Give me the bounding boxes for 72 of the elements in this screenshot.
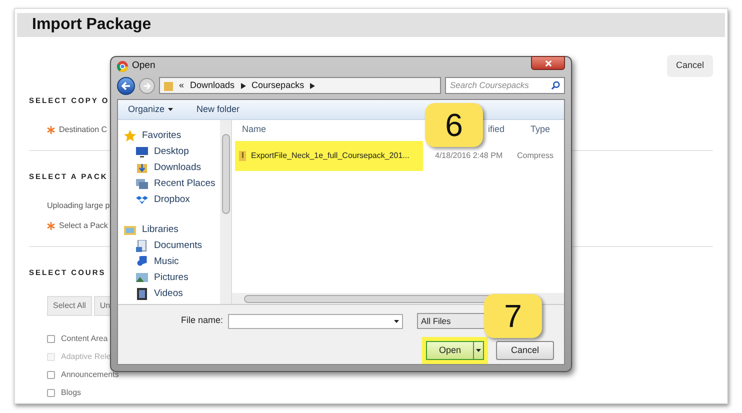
checkbox-label: Content Area [61,333,108,346]
folder-icon [164,80,173,91]
file-type: Compress [517,150,554,162]
libraries-icon [124,224,136,236]
music-icon [136,256,148,268]
breadcrumb-item[interactable]: Downloads [190,79,235,93]
column-header[interactable]: Type [530,123,550,137]
nav-item[interactable]: Downloads [118,160,220,176]
nav-item[interactable]: Pictures [118,270,220,286]
field-label: Destination C [59,124,108,136]
back-arrow-icon [121,80,131,91]
file-name: ExportFile_Neck_1e_full_Coursepack_201... [251,150,410,162]
address-bar[interactable]: « Downloads Coursepacks [159,77,441,94]
breadcrumb-item[interactable]: Coursepacks [252,79,304,93]
nav-item[interactable]: Favorites [118,128,220,144]
step-tooltip: 6 [425,103,483,147]
checkbox-label: Blogs [61,387,82,400]
browser-logo-icon [117,60,128,72]
pictures-icon [136,272,148,284]
checkbox[interactable] [47,335,55,344]
page-title: Import Package [32,15,152,35]
caret-icon [394,320,400,322]
file-name-label: File name: [181,314,224,328]
file-name-field[interactable] [228,314,404,328]
column-header[interactable]: Name [242,123,266,137]
checkbox[interactable] [47,371,55,380]
vertical-scrollbar[interactable] [220,120,231,304]
documents-icon [136,240,148,252]
chevron-icon [310,82,316,89]
asterisk-icon [47,126,55,134]
file-date: 4/18/2016 2:48 PM [435,150,504,162]
caret-icon [168,108,173,111]
back-button[interactable] [117,76,135,95]
checkbox-label: Announcements [61,369,119,382]
toolbar-button[interactable]: New folder [196,102,240,116]
nav-item[interactable]: Videos [118,286,220,302]
file-row[interactable]: ExportFile_Neck_1e_full_Coursepack_201... [235,141,423,171]
column-header[interactable]: ified [488,123,505,137]
nav-item[interactable]: Desktop [118,144,220,160]
dialog-title: Open [132,59,156,74]
nav-item[interactable]: Libraries [118,222,220,238]
zip-file-icon [239,151,246,161]
dropbox-icon [136,194,148,206]
cancel-button[interactable]: Cancel [496,341,554,360]
nav-item[interactable]: Dropbox [118,192,220,208]
nav-item[interactable]: Documents [118,238,220,254]
cancel-button[interactable]: Cancel [666,55,713,76]
forward-button[interactable] [139,78,155,94]
chevron-icon [240,82,246,89]
checkbox-label: Adaptive Rele [61,351,111,364]
recent-icon [136,178,148,190]
toolbar-button[interactable]: Organize [128,102,173,116]
star-icon [124,130,136,142]
checkbox[interactable] [47,389,55,398]
breadcrumb-item: « [179,79,184,92]
close-button[interactable] [531,56,565,70]
desktop-icon [136,146,148,158]
asterisk-icon [47,222,55,230]
caret-icon [476,349,481,352]
nav-item[interactable]: Music [118,254,220,270]
search-field[interactable]: Search Coursepacks [445,77,565,94]
field-label: Select a Pack [59,220,108,232]
select-button[interactable]: Select All [47,296,92,316]
close-icon [544,60,552,67]
forward-arrow-icon [143,82,151,90]
open-button[interactable]: Open [426,341,484,360]
videos-icon [136,288,148,300]
downloads-icon [136,162,148,174]
nav-item[interactable]: Recent Places [118,176,220,192]
note-text: Uploading large p [47,200,110,212]
search-icon [551,81,560,90]
step-tooltip: 7 [484,294,542,338]
